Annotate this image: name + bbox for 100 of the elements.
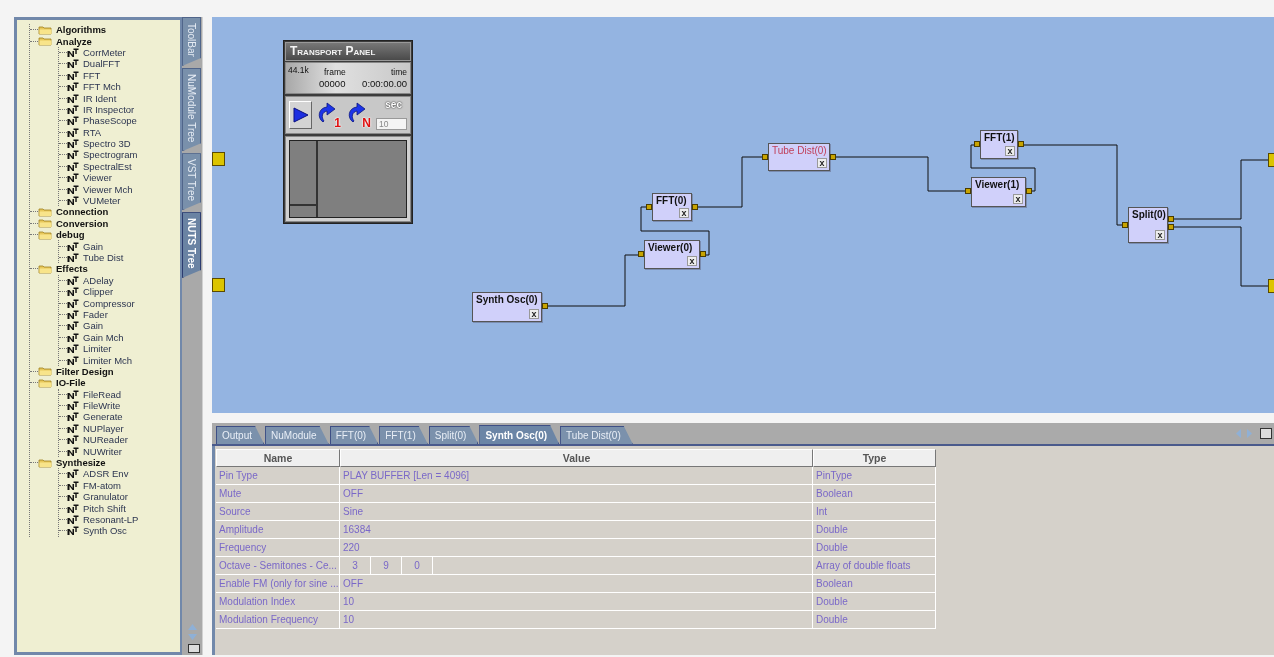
module-label[interactable]: IR Ident — [83, 92, 117, 104]
input-port[interactable] — [762, 154, 768, 160]
folder-label[interactable]: IO-File — [56, 377, 86, 389]
module-label[interactable]: Resonant-LP — [83, 514, 139, 525]
folder-label[interactable]: Connection — [56, 206, 109, 218]
input-port[interactable] — [1122, 222, 1128, 228]
output-port[interactable] — [542, 303, 548, 309]
column-header[interactable]: Type — [813, 449, 936, 467]
module-label[interactable]: Limiter — [83, 343, 112, 355]
folder-label[interactable]: Conversion — [56, 217, 109, 229]
folder-label[interactable]: Algorithms — [56, 24, 107, 36]
module-node[interactable]: Split(0) x — [1128, 207, 1168, 243]
module-label[interactable]: NUReader — [83, 434, 128, 446]
module-node[interactable]: Viewer(1) x — [971, 177, 1026, 207]
module-label[interactable]: IR Inspector — [83, 103, 135, 115]
output-port[interactable] — [700, 251, 706, 257]
module-label[interactable]: RTA — [83, 126, 102, 138]
folder-icon — [38, 457, 53, 468]
module-label[interactable]: Spectrogram — [83, 149, 138, 161]
module-label[interactable]: Fader — [83, 308, 108, 320]
module-label[interactable]: Viewer — [83, 172, 112, 184]
module-label[interactable]: Spectro 3D — [83, 138, 131, 150]
module-label[interactable]: Clipper — [83, 286, 114, 298]
side-tab[interactable]: NUTS Tree — [182, 212, 201, 278]
module-label[interactable]: Gain Mch — [83, 331, 124, 343]
module-label[interactable]: Viewer Mch — [83, 183, 133, 195]
module-label[interactable]: Tube Dist — [83, 252, 124, 263]
close-button[interactable]: x — [1013, 194, 1023, 204]
module-label[interactable]: FM-atom — [83, 479, 121, 491]
module-label[interactable]: ADSR Env — [83, 468, 129, 480]
table-cell: Pin Type — [216, 467, 340, 485]
input-port[interactable] — [974, 141, 980, 147]
close-button[interactable]: x — [1005, 146, 1015, 156]
column-header[interactable]: Value — [340, 449, 813, 467]
module-label[interactable]: FFT — [83, 69, 101, 81]
input-port[interactable] — [646, 204, 652, 210]
module-label[interactable]: SpectralEst — [83, 160, 132, 172]
module-icon — [67, 241, 79, 251]
output-port[interactable] — [692, 204, 698, 210]
folder-label[interactable]: Effects — [56, 263, 88, 275]
module-label[interactable]: FFT Mch — [83, 81, 121, 93]
dock-icon[interactable] — [188, 644, 200, 653]
table-cell: PLAY BUFFER [Len = 4096] — [340, 467, 813, 485]
module-label[interactable]: Gain — [83, 240, 104, 252]
module-icon — [67, 104, 79, 114]
module-node[interactable]: Viewer(0) x — [644, 240, 700, 269]
close-button[interactable]: x — [529, 309, 539, 319]
folder-label[interactable]: Analyze — [56, 35, 92, 47]
folder-label[interactable]: Filter Design — [56, 365, 114, 377]
module-node[interactable]: Synth Osc(0) x — [472, 292, 542, 322]
play-button[interactable] — [289, 101, 312, 129]
module-label[interactable]: FileWrite — [83, 400, 121, 412]
folder-label[interactable]: Synthesize — [56, 457, 106, 469]
module-label[interactable]: NUWriter — [83, 445, 122, 457]
module-icon — [67, 389, 79, 399]
module-icon — [67, 503, 79, 513]
close-button[interactable]: x — [679, 208, 689, 218]
module-node[interactable]: Tube Dist(0) x — [768, 143, 830, 171]
input-port[interactable] — [212, 152, 225, 166]
column-header[interactable]: Name — [216, 449, 340, 467]
module-label[interactable]: Pitch Shift — [83, 502, 126, 514]
module-node[interactable]: FFT(1) x — [980, 130, 1018, 159]
module-icon — [67, 59, 79, 69]
module-icon — [67, 196, 79, 206]
module-label[interactable]: CorrMeter — [83, 46, 126, 58]
module-icon — [67, 287, 79, 297]
module-label[interactable]: Gain — [83, 320, 104, 332]
module-icon — [67, 401, 79, 411]
module-label[interactable]: PhaseScope — [83, 115, 137, 127]
module-node[interactable]: FFT(0) x — [652, 193, 692, 221]
module-icon — [67, 412, 79, 422]
input-port[interactable] — [965, 188, 971, 194]
input-port[interactable] — [212, 278, 225, 292]
output-port[interactable] — [1018, 141, 1024, 147]
close-button[interactable]: x — [817, 158, 827, 168]
node-title: Viewer(0) — [648, 242, 693, 253]
module-label[interactable]: Compressor — [83, 297, 135, 309]
table-cell: Octave - Semitones - Ce... — [216, 557, 340, 575]
module-label[interactable]: Generate — [83, 411, 123, 423]
table-cell: Mute — [216, 485, 340, 503]
module-label[interactable]: ADelay — [83, 274, 114, 286]
property-tab[interactable]: Synth Osc(0) — [479, 425, 560, 444]
module-label[interactable]: NUPlayer — [83, 422, 124, 434]
input-port[interactable] — [638, 251, 644, 257]
table-cell: Double — [813, 539, 936, 557]
panel-title: Transport Panel — [285, 42, 411, 61]
module-icon — [67, 446, 79, 456]
dock-icon[interactable] — [1260, 428, 1272, 439]
table-cell: Int — [813, 503, 936, 521]
close-button[interactable]: x — [687, 256, 697, 266]
module-label[interactable]: VUMeter — [83, 195, 121, 207]
close-button[interactable]: x — [1155, 230, 1165, 240]
module-label[interactable]: DualFFT — [83, 58, 120, 70]
folder-label[interactable]: debug — [56, 229, 85, 241]
module-label[interactable]: Granulator — [83, 491, 128, 503]
output-port[interactable] — [830, 154, 836, 160]
output-port[interactable] — [1026, 188, 1032, 194]
module-label[interactable]: Limiter Mch — [83, 354, 133, 366]
module-label[interactable]: Synth Osc — [83, 525, 127, 537]
module-label[interactable]: FileRead — [83, 388, 122, 400]
